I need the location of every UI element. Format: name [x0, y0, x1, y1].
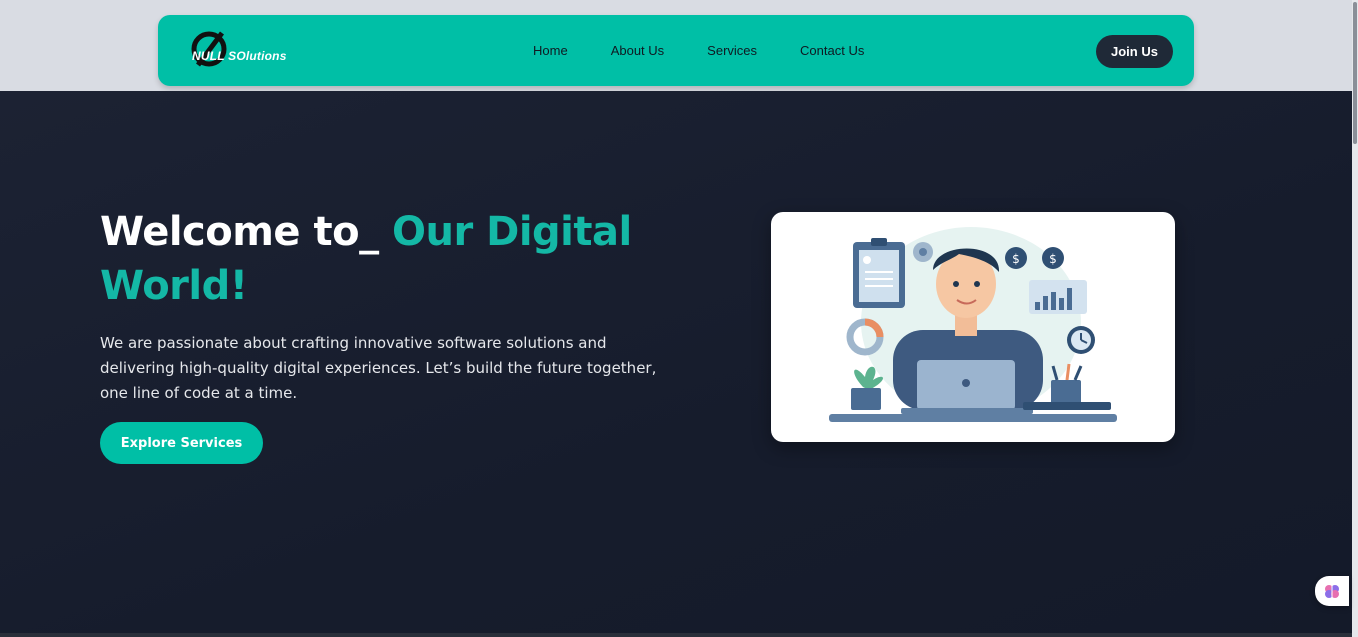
svg-text:$: $ — [1049, 252, 1057, 266]
brain-icon — [1325, 585, 1339, 598]
hero-title: Welcome to_ Our Digital World! — [100, 205, 720, 313]
hero-title-white: Welcome to_ — [100, 209, 392, 255]
scrollbar[interactable] — [1352, 0, 1358, 637]
hero-section: Welcome to_ Our Digital World! We are pa… — [0, 91, 1358, 637]
explore-services-button[interactable]: Explore Services — [100, 422, 263, 464]
nav-about[interactable]: About Us — [611, 43, 664, 58]
assistant-fab[interactable] — [1315, 576, 1349, 606]
nav-home[interactable]: Home — [533, 43, 568, 58]
navbar: NULL SOlutions Home About Us Services Co… — [158, 15, 1194, 86]
svg-text:$: $ — [1012, 252, 1020, 266]
nav-services[interactable]: Services — [707, 43, 757, 58]
join-us-button[interactable]: Join Us — [1096, 35, 1173, 68]
brand-logo[interactable]: NULL SOlutions — [190, 28, 290, 74]
brand-name: NULL SOlutions — [192, 49, 287, 63]
hero-image-card: $ $ — [771, 212, 1175, 442]
nav-links: Home About Us Services Contact Us — [533, 15, 907, 86]
scrollbar-thumb[interactable] — [1353, 2, 1357, 144]
hero-description: We are passionate about crafting innovat… — [100, 334, 657, 402]
bottom-border — [0, 633, 1358, 637]
nav-contact[interactable]: Contact Us — [800, 43, 864, 58]
developer-laptop-illustration: $ $ — [829, 227, 1117, 422]
